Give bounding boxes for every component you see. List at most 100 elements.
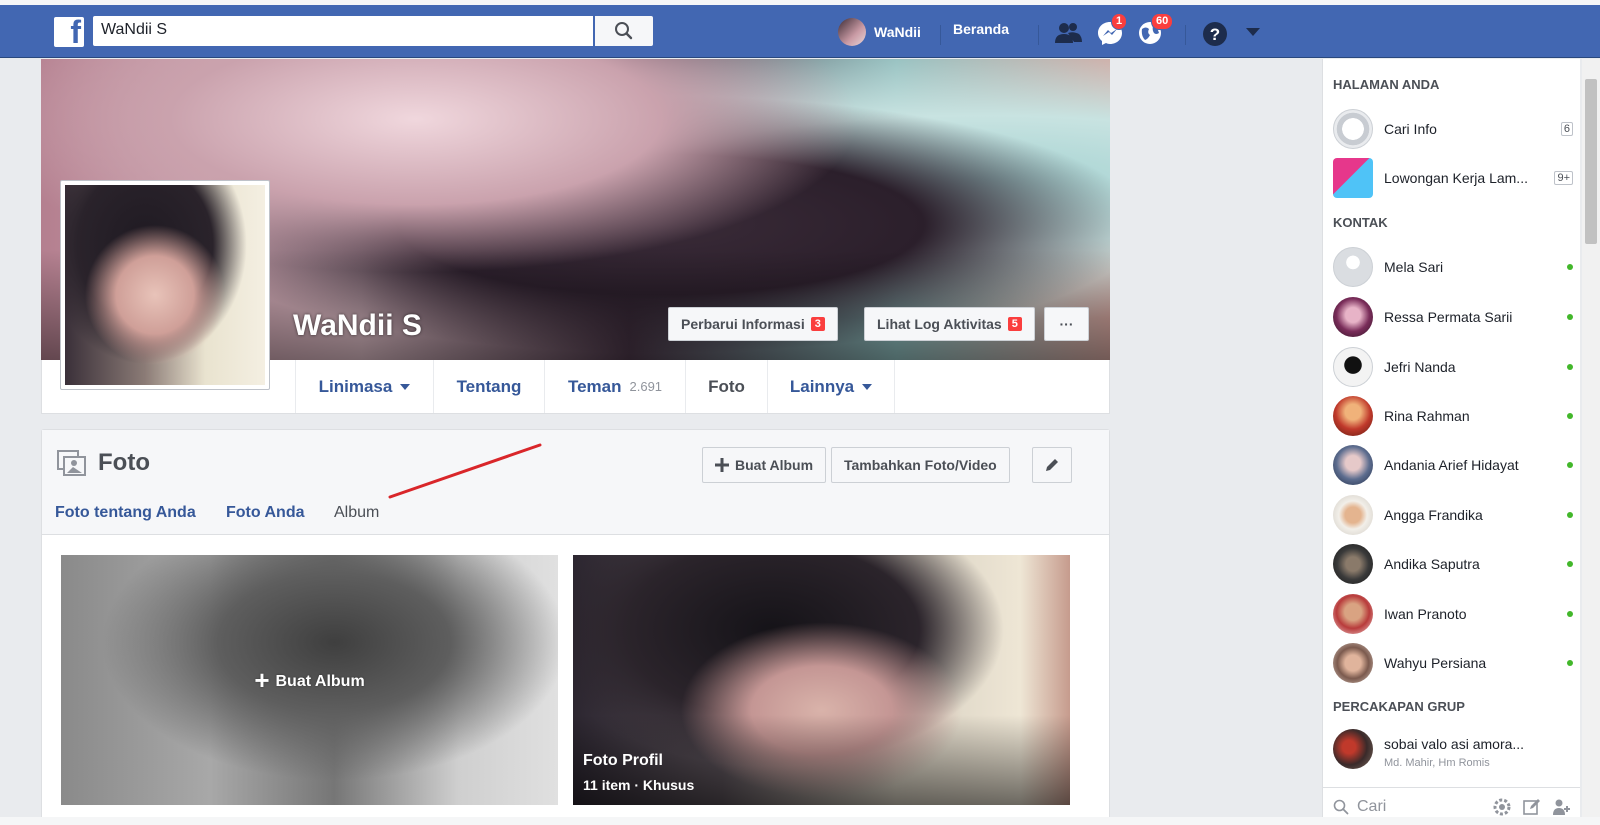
contact-item[interactable]: Mela Sari	[1333, 245, 1573, 289]
profile-picture-image	[65, 185, 265, 385]
tab-friends[interactable]: Teman 2.691	[544, 360, 685, 413]
caret-down-icon	[1246, 28, 1260, 36]
activity-log-button[interactable]: Lihat Log Aktivitas 5	[864, 307, 1035, 341]
album-title: Foto Profil	[583, 752, 663, 769]
avatar	[1333, 544, 1373, 584]
new-group-icon[interactable]	[1552, 797, 1572, 817]
subtab-your-photos[interactable]: Foto Anda	[226, 504, 305, 522]
search-icon	[615, 22, 633, 40]
profile-name[interactable]: WaNdii S	[293, 309, 422, 343]
avatar	[838, 18, 866, 46]
avatar	[1333, 297, 1373, 337]
add-photo-video-button[interactable]: Tambahkan Foto/Video	[831, 447, 1010, 483]
more-options-button[interactable]: ···	[1044, 307, 1089, 341]
search-button[interactable]	[595, 16, 653, 46]
activity-log-count: 5	[1007, 317, 1022, 331]
friend-requests-button[interactable]	[1053, 21, 1082, 45]
avatar	[1333, 729, 1373, 769]
pencil-icon	[1046, 459, 1058, 471]
contact-name: Andika Saputra	[1384, 556, 1480, 572]
chat-search-input[interactable]: Cari	[1357, 798, 1492, 816]
tab-timeline[interactable]: Linimasa	[295, 360, 433, 413]
avatar	[1333, 247, 1373, 287]
contact-item[interactable]: Andania Arief Hidayat	[1333, 443, 1573, 487]
home-link[interactable]: Beranda	[953, 21, 1009, 37]
avatar	[1333, 594, 1373, 634]
album-meta: 11 item · Khusus	[583, 777, 695, 793]
tab-about[interactable]: Tentang	[433, 360, 544, 413]
contact-item[interactable]: Wahyu Persiana	[1333, 641, 1573, 685]
contact-name: Mela Sari	[1384, 259, 1444, 275]
plus-icon: +	[254, 665, 270, 695]
online-indicator	[1567, 264, 1573, 270]
page-scrollbar[interactable]	[1582, 59, 1600, 825]
contact-item[interactable]: Jefri Nanda	[1333, 345, 1573, 389]
photos-header: Foto Buat Album Tambahkan Foto/Video Fot…	[42, 430, 1109, 535]
tab-more[interactable]: Lainnya	[767, 360, 895, 413]
contact-item[interactable]: Ressa Permata Sarii	[1333, 295, 1573, 339]
update-info-count: 3	[810, 317, 825, 331]
profile-link[interactable]: WaNdii	[838, 17, 921, 47]
tab-label: Teman	[567, 376, 622, 396]
photos-section: Foto Buat Album Tambahkan Foto/Video Fot…	[41, 429, 1110, 825]
subtab-albums[interactable]: Album	[334, 504, 379, 522]
contact-name: Rina Rahman	[1384, 408, 1470, 424]
compose-icon[interactable]	[1522, 797, 1542, 817]
tab-photos[interactable]: Foto	[685, 360, 767, 413]
page-count: 6	[1560, 122, 1573, 136]
notifications-badge: 60	[1151, 13, 1174, 30]
contact-name: Iwan Pranoto	[1384, 606, 1467, 622]
annotation-arrow	[388, 443, 542, 499]
nav-divider	[1038, 25, 1039, 45]
add-photo-label: Tambahkan Foto/Video	[844, 457, 997, 473]
activity-log-label: Lihat Log Aktivitas	[877, 316, 1002, 332]
notifications-button[interactable]: 60	[1137, 13, 1174, 45]
contact-item[interactable]: Andika Saputra	[1333, 542, 1573, 586]
contact-name: Jefri Nanda	[1384, 359, 1456, 375]
online-indicator	[1567, 611, 1573, 617]
create-album-button[interactable]: Buat Album	[702, 447, 827, 483]
gear-icon[interactable]	[1492, 797, 1512, 817]
create-album-card[interactable]: + Buat Album	[61, 555, 558, 805]
page-item-cari-info[interactable]: Cari Info 6	[1333, 107, 1573, 151]
online-indicator	[1567, 512, 1573, 518]
online-indicator	[1567, 364, 1573, 370]
bottom-strip	[0, 817, 1600, 825]
contact-item[interactable]: Rina Rahman	[1333, 394, 1573, 438]
profile-photos-album[interactable]: Foto Profil 11 item · Khusus	[573, 555, 1070, 805]
page-item-lowongan-kerja[interactable]: Lowongan Kerja Lam... 9+	[1333, 156, 1573, 200]
online-indicator	[1567, 660, 1573, 666]
subtab-photos-of-you[interactable]: Foto tentang Anda	[55, 504, 196, 522]
tab-label: Linimasa	[318, 376, 393, 396]
profile-picture[interactable]	[60, 180, 270, 390]
avatar	[1333, 445, 1373, 485]
page-count: 9+	[1554, 171, 1573, 185]
contacts-header: KONTAK	[1333, 215, 1388, 230]
tab-label: Tentang	[456, 376, 522, 396]
contact-item[interactable]: Angga Frandika	[1333, 493, 1573, 537]
messages-button[interactable]: 1	[1097, 13, 1128, 45]
contact-item[interactable]: Iwan Pranoto	[1333, 592, 1573, 636]
friends-icon	[1055, 23, 1082, 43]
scrollbar-thumb[interactable]	[1585, 79, 1597, 244]
page-avatar	[1333, 109, 1373, 149]
edit-button[interactable]	[1032, 447, 1072, 483]
avatar	[1333, 347, 1373, 387]
contact-name: Andania Arief Hidayat	[1384, 457, 1519, 473]
search-input[interactable]: WaNdii S	[93, 16, 593, 46]
facebook-logo-icon[interactable]: f	[54, 14, 84, 50]
group-chats-header: PERCAKAPAN GRUP	[1333, 699, 1465, 714]
account-menu-button[interactable]	[1243, 25, 1269, 49]
help-button[interactable]: ?	[1202, 21, 1228, 46]
chevron-down-icon	[862, 383, 873, 390]
plus-icon	[715, 458, 729, 472]
more-options-icon: ···	[1059, 316, 1074, 332]
help-icon: ?	[1203, 22, 1227, 46]
pages-header: HALAMAN ANDA	[1333, 77, 1440, 92]
friends-count: 2.691	[629, 379, 663, 394]
update-info-button[interactable]: Perbarui Informasi 3	[668, 307, 838, 341]
tab-label: Foto	[708, 376, 745, 396]
avatar	[1333, 643, 1373, 683]
online-indicator	[1567, 413, 1573, 419]
user-name: WaNdii	[874, 24, 921, 40]
